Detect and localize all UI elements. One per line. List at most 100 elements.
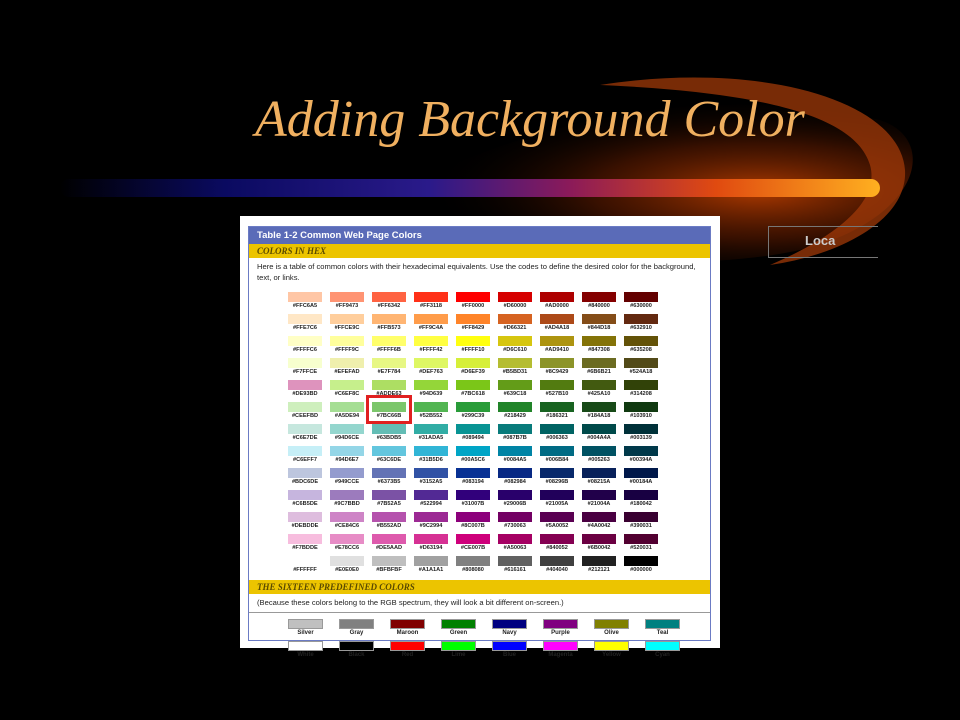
color-swatch-cell: #A50063	[498, 534, 532, 553]
color-swatch	[372, 490, 406, 500]
color-code-label: #730063	[504, 523, 526, 529]
color-swatch	[582, 512, 616, 522]
color-swatch-cell: Teal	[645, 619, 680, 638]
color-swatch	[582, 314, 616, 324]
color-swatch-cell: Lime	[441, 641, 476, 660]
color-swatch-cell: #DEF763	[414, 358, 448, 377]
color-code-label: Green	[449, 630, 468, 636]
color-code-label: #FFFF42	[419, 347, 443, 353]
color-code-label: #D63194	[419, 545, 443, 551]
color-code-label: Magenta	[548, 652, 573, 658]
color-swatch	[288, 641, 323, 651]
color-swatch-cell: #CE84C6	[330, 512, 364, 531]
color-swatch-cell: Navy	[492, 619, 527, 638]
color-swatch-cell: #5A0052	[540, 512, 574, 531]
color-code-label: #08215A	[587, 479, 611, 485]
color-swatch-cell: White	[288, 641, 323, 660]
color-swatch-cell: #52B552	[414, 402, 448, 421]
color-swatch-cell: #A5DE94	[330, 402, 364, 421]
color-code-label: #DE93BD	[292, 391, 318, 397]
locate-button-partial[interactable]: Loca	[768, 226, 878, 258]
color-code-label: #840052	[546, 545, 568, 551]
color-swatch-cell: #8C007B	[456, 512, 490, 531]
color-code-label: Navy	[502, 630, 517, 636]
color-swatch-cell: #212121	[582, 556, 616, 575]
color-code-label: #6B6B21	[587, 369, 611, 375]
color-code-label: #BFBFBF	[376, 567, 402, 573]
color-swatch	[498, 336, 532, 346]
color-swatch	[288, 424, 322, 434]
color-code-label: Purple	[551, 630, 570, 636]
color-swatch	[414, 556, 448, 566]
color-swatch	[330, 446, 364, 456]
hex-color-row: #CEEFBD #A5DE94 #7BC66B #52B552 #299C39 #2184…	[288, 402, 710, 424]
color-code-label: #632910	[630, 325, 652, 331]
color-table-figure: Table 1-2 Common Web Page Colors COLORS …	[240, 216, 720, 658]
color-code-label: #006363	[546, 435, 568, 441]
color-swatch-cell: Yellow	[594, 641, 629, 660]
color-code-label: #4A0042	[587, 523, 611, 529]
color-code-label: #390031	[630, 523, 652, 529]
color-swatch	[288, 490, 322, 500]
color-code-label: #52B552	[419, 413, 443, 419]
color-code-label: Teal	[656, 630, 669, 636]
color-swatch	[645, 641, 680, 651]
color-swatch	[540, 358, 574, 368]
color-swatch	[330, 468, 364, 478]
color-code-label: Gray	[349, 630, 364, 636]
color-swatch	[390, 641, 425, 651]
color-code-label: #FFFF9C	[335, 347, 359, 353]
color-swatch	[339, 641, 374, 651]
color-swatch	[441, 641, 476, 651]
color-swatch	[414, 314, 448, 324]
color-swatch	[456, 314, 490, 324]
color-swatch-cell: #006B84	[540, 446, 574, 465]
color-swatch-cell: #3152A5	[414, 468, 448, 487]
color-code-label: #FF9473	[335, 303, 359, 309]
color-code-label: #FF0000	[461, 303, 485, 309]
color-swatch-cell: #FF8429	[456, 314, 490, 333]
color-swatch	[372, 446, 406, 456]
color-code-label: #840000	[588, 303, 610, 309]
color-swatch-cell: #949CCE	[330, 468, 364, 487]
color-swatch-cell: #808080	[456, 556, 490, 575]
color-swatch-cell: #A1A1A1	[414, 556, 448, 575]
color-code-label: #404040	[546, 567, 568, 573]
color-swatch-cell: #103910	[624, 402, 658, 421]
table-description: Here is a table of common colors with th…	[257, 262, 696, 282]
color-swatch-cell: #21005A	[540, 490, 574, 509]
highlight-box	[366, 395, 412, 424]
color-code-label: #FF6342	[377, 303, 401, 309]
color-swatch-cell: #087B7B	[498, 424, 532, 443]
color-code-label: #AD0000	[545, 303, 569, 309]
color-code-label: #089494	[462, 435, 484, 441]
color-code-label: #522994	[420, 501, 442, 507]
color-swatch-cell: #CE007B	[456, 534, 490, 553]
color-swatch	[498, 468, 532, 478]
color-swatch-cell: #DEBDDE	[288, 512, 322, 531]
color-code-label: #082984	[504, 479, 526, 485]
hex-color-row: #DE93BD #C6EF8C #ADDE63 #94D639 #7BC618 #639C…	[288, 380, 710, 402]
color-swatch	[492, 619, 527, 629]
color-swatch-cell: #FFC6A5	[288, 292, 322, 311]
color-code-label: #00A5C6	[461, 457, 485, 463]
color-swatch	[456, 490, 490, 500]
color-swatch-cell: #000000	[624, 556, 658, 575]
color-swatch	[624, 512, 658, 522]
color-swatch-cell: #425A10	[582, 380, 616, 399]
color-swatch	[288, 292, 322, 302]
color-swatch-cell: #D60000	[498, 292, 532, 311]
color-swatch-cell: #6B0042	[582, 534, 616, 553]
color-code-label: #DE5AAD	[375, 545, 403, 551]
color-code-label: #218429	[504, 413, 526, 419]
swoosh-bar	[60, 179, 880, 197]
hex-color-row: #FFE7C6 #FFCE9C #FFB573 #FF9C4A #FF8429 #D663…	[288, 314, 710, 336]
color-code-label: #D6C610	[503, 347, 527, 353]
hex-color-grid: #FFC6A5 #FF9473 #FF6342 #FF3118 #FF0000 #D600…	[288, 292, 710, 578]
color-swatch	[330, 358, 364, 368]
color-swatch-cell: #FFCE9C	[330, 314, 364, 333]
color-swatch	[456, 512, 490, 522]
color-swatch	[372, 358, 406, 368]
color-swatch	[624, 358, 658, 368]
color-swatch-cell: #D6C610	[498, 336, 532, 355]
